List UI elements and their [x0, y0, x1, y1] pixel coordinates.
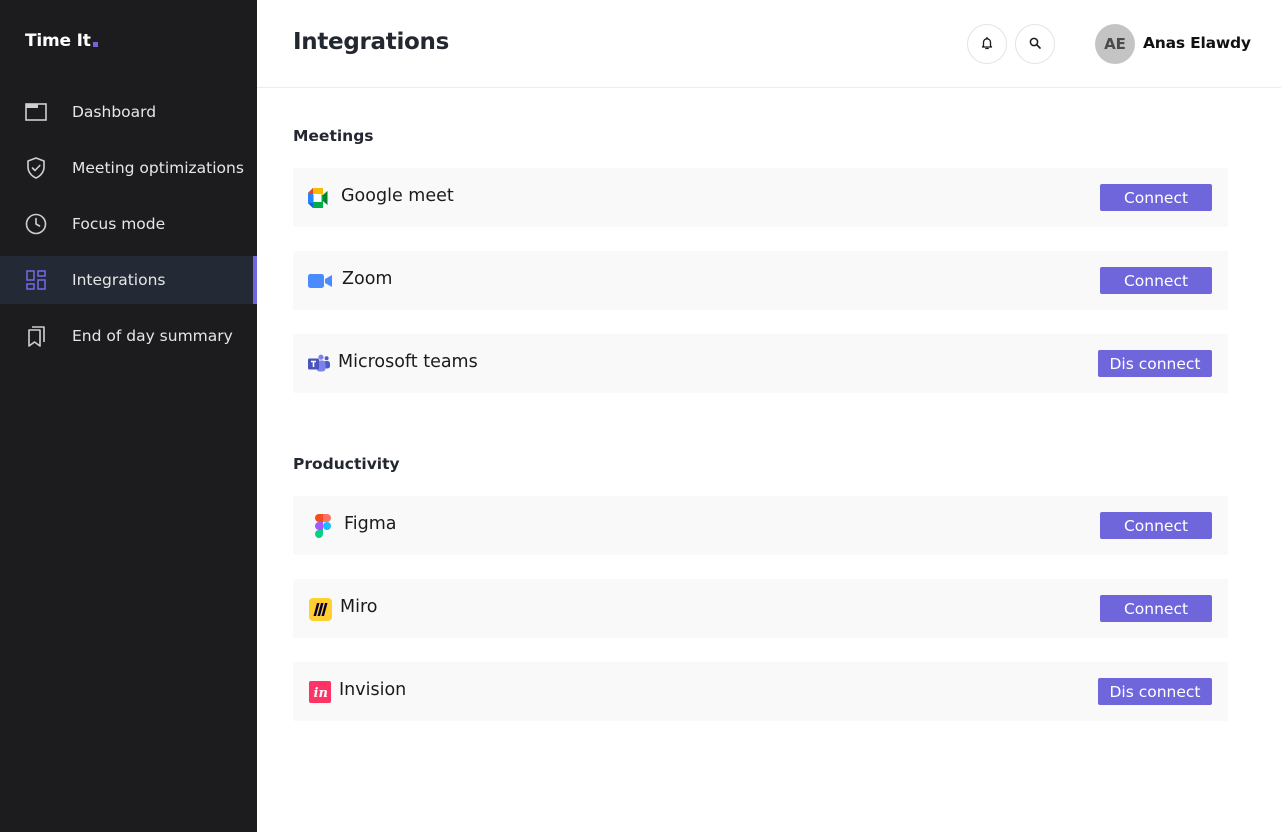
- google-meet-icon: [308, 186, 332, 210]
- integration-card-miro: Miro Connect: [293, 579, 1228, 638]
- sidebar-item-meeting-optimizations[interactable]: Meeting optimizations: [0, 144, 257, 192]
- bookmarks-icon: [25, 325, 47, 347]
- sidebar-item-label: Focus mode: [72, 215, 166, 233]
- sidebar-item-dashboard[interactable]: Dashboard: [0, 88, 257, 136]
- sidebar-item-integrations[interactable]: Integrations: [0, 256, 257, 304]
- miro-connect-button[interactable]: Connect: [1100, 595, 1212, 622]
- integration-name: Invision: [339, 680, 407, 700]
- integration-name: Zoom: [342, 269, 393, 289]
- clock-icon: [25, 213, 47, 235]
- sidebar-item-label: Integrations: [72, 271, 166, 289]
- sidebar: Time It Dashboard Meeting optimizations …: [0, 0, 257, 832]
- integration-card-figma: Figma Connect: [293, 496, 1228, 555]
- microsoft-teams-disconnect-button[interactable]: Dis connect: [1098, 350, 1212, 377]
- sidebar-item-label: Meeting optimizations: [72, 159, 244, 177]
- sidebar-item-label: End of day summary: [72, 327, 233, 345]
- search-button[interactable]: [1015, 24, 1055, 64]
- top-header: Integrations AE Anas Elawdy: [257, 0, 1281, 88]
- integration-name: Miro: [340, 597, 378, 617]
- user-avatar[interactable]: AE: [1095, 24, 1135, 64]
- integration-card-zoom: Zoom Connect: [293, 251, 1228, 310]
- invision-disconnect-button[interactable]: Dis connect: [1098, 678, 1212, 705]
- microsoft-teams-icon: [307, 352, 331, 376]
- zoom-connect-button[interactable]: Connect: [1100, 267, 1212, 294]
- integration-name: Microsoft teams: [338, 352, 478, 372]
- user-name[interactable]: Anas Elawdy: [1143, 34, 1251, 52]
- figma-icon: [311, 514, 335, 538]
- sidebar-nav: Dashboard Meeting optimizations Focus mo…: [0, 88, 257, 368]
- logo-text: Time It: [25, 31, 91, 51]
- section-title-meetings: Meetings: [293, 127, 374, 145]
- page-title: Integrations: [293, 29, 449, 55]
- search-icon: [1028, 36, 1042, 53]
- section-title-productivity: Productivity: [293, 455, 400, 473]
- miro-icon: [308, 597, 332, 621]
- svg-text:in: in: [314, 686, 328, 701]
- zoom-icon: [308, 269, 332, 293]
- integration-card-google-meet: Google meet Connect: [293, 168, 1228, 227]
- sidebar-item-end-of-day-summary[interactable]: End of day summary: [0, 312, 257, 360]
- invision-icon: in: [308, 680, 332, 704]
- app-logo[interactable]: Time It: [25, 31, 98, 51]
- figma-connect-button[interactable]: Connect: [1100, 512, 1212, 539]
- bell-icon: [980, 36, 994, 53]
- integration-name: Google meet: [341, 186, 454, 206]
- logo-dot: [92, 42, 98, 47]
- window-icon: [25, 101, 47, 123]
- shield-check-icon: [25, 157, 47, 179]
- sidebar-item-label: Dashboard: [72, 103, 157, 121]
- integration-card-invision: in Invision Dis connect: [293, 662, 1228, 721]
- sidebar-item-focus-mode[interactable]: Focus mode: [0, 200, 257, 248]
- google-meet-connect-button[interactable]: Connect: [1100, 184, 1212, 211]
- integration-card-microsoft-teams: Microsoft teams Dis connect: [293, 334, 1228, 393]
- dashboard-grid-icon: [25, 269, 47, 291]
- notifications-button[interactable]: [967, 24, 1007, 64]
- integration-name: Figma: [344, 514, 397, 534]
